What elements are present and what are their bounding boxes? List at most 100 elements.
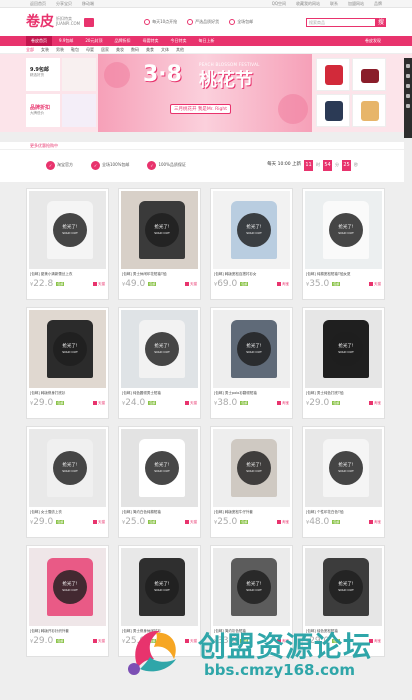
shop-link[interactable]: 天猫 [93, 401, 105, 406]
product-card[interactable]: 抢光了! SOLD OUT [包邮] 男士纯色打底T恤 ¥29.0 包邮 淘宝 [302, 307, 385, 419]
shop-link[interactable]: 淘宝 [277, 520, 289, 525]
promo-tile[interactable] [316, 94, 350, 127]
promo-tile[interactable] [352, 58, 386, 91]
product-card[interactable]: 抢光了! SOLD OUT [包邮] 纯棉宽松短袖T恤女夏 ¥35.0 包邮 天猫 [302, 188, 385, 300]
shop-link[interactable]: 天猫 [185, 401, 197, 406]
category-item[interactable]: 数码 [131, 47, 139, 53]
countdown-unit: 秒 [354, 162, 358, 167]
watermark-title: 创盟资源论坛 [198, 630, 373, 663]
top-link-home[interactable]: 返回首页 [30, 1, 46, 7]
promo-tile[interactable] [352, 94, 386, 127]
nav-item-9[interactable]: 9.9包邮 [54, 36, 78, 46]
top-link-fav[interactable]: 收藏我的网站 [296, 1, 320, 7]
product-card[interactable]: 抢光了! SOLD OUT [包邮] 纯色圆领男士短袖 ¥24.0 包邮 天猫 [118, 307, 201, 419]
category-item[interactable]: 母婴 [86, 47, 94, 53]
nav-item-20[interactable]: 20元封顶 [80, 36, 107, 46]
category-item[interactable]: 美食 [146, 47, 154, 53]
product-card[interactable]: 抢光了! SOLD OUT [包邮] 韩版宽松百搭衬衫女 ¥69.0 包邮 淘宝 [210, 188, 293, 300]
category-item[interactable]: 文体 [161, 47, 169, 53]
product-image[interactable]: 抢光了! SOLD OUT [121, 429, 198, 507]
category-item[interactable]: 居家 [101, 47, 109, 53]
shop-link[interactable]: 淘宝 [369, 401, 381, 406]
shop-link[interactable]: 天猫 [93, 520, 105, 525]
product-name[interactable]: [包邮] 韩版宽松牛仔外套 [211, 509, 292, 516]
search-input[interactable]: 搜索商品 [306, 17, 376, 27]
chat-icon[interactable] [406, 104, 410, 108]
category-item[interactable]: 美妆 [116, 47, 124, 53]
product-image[interactable]: 抢光了! SOLD OUT [305, 310, 382, 388]
product-card[interactable]: 抢光了! SOLD OUT [包邮] 韩版宽松牛仔外套 ¥25.0 包邮 淘宝 [210, 426, 293, 538]
promo-tile[interactable] [62, 58, 96, 91]
product-card[interactable]: 抢光了! SOLD OUT [包邮] 甜美小清新蕾丝上衣 ¥22.8 包邮 天猫 [26, 188, 109, 300]
product-image[interactable]: 抢光了! SOLD OUT [29, 429, 106, 507]
product-card[interactable]: 抢光了! SOLD OUT [包邮] 韩版修身打底衫 ¥29.0 包邮 天猫 [26, 307, 109, 419]
product-name[interactable]: [包邮] 男士休闲印花短袖T恤 [119, 271, 200, 278]
search-button[interactable]: 搜 [376, 17, 386, 27]
truck-icon [229, 19, 236, 25]
product-image[interactable]: 抢光了! SOLD OUT [213, 310, 290, 388]
category-item[interactable]: 男装 [56, 47, 64, 53]
shop-link[interactable]: 淘宝 [369, 520, 381, 525]
nav-item-home[interactable]: 卷皮首页 [26, 36, 52, 46]
product-card[interactable]: 抢光了! SOLD OUT [包邮] 简约白色纯棉短袖 ¥25.0 包邮 天猫 [118, 426, 201, 538]
nav-item-new[interactable]: 每日上新 [193, 36, 219, 46]
product-image[interactable]: 抢光了! SOLD OUT [213, 429, 290, 507]
product-image[interactable]: 抢光了! SOLD OUT [305, 429, 382, 507]
product-card[interactable]: 抢光了! SOLD OUT [包邮] 女士雪纺上衣 ¥29.0 包邮 天猫 [26, 426, 109, 538]
nav-item-today[interactable]: 今日特卖 [165, 36, 191, 46]
shop-link[interactable]: 天猫 [369, 282, 381, 287]
product-name[interactable]: [包邮] 女士雪纺上衣 [27, 509, 108, 516]
product-image[interactable]: 抢光了! SOLD OUT [305, 191, 382, 269]
petal-shape [278, 94, 308, 124]
top-link-share[interactable]: 分享宝贝 [56, 1, 72, 7]
cart-icon[interactable] [406, 74, 410, 78]
nav-item-brand[interactable]: 品牌折扣 [109, 36, 135, 46]
product-card[interactable]: 抢光了! SOLD OUT [包邮] 男士polo衫翻领短袖 ¥38.0 包邮 淘宝 [210, 307, 293, 419]
product-card[interactable]: 抢光了! SOLD OUT [包邮] 男士休闲印花短袖T恤 ¥49.0 包邮 天猫 [118, 188, 201, 300]
heart-icon[interactable] [406, 94, 410, 98]
product-image[interactable]: 抢光了! SOLD OUT [121, 310, 198, 388]
product-image[interactable]: 抢光了! SOLD OUT [29, 548, 106, 626]
top-link-brand[interactable]: 品牌 [374, 1, 382, 7]
product-name[interactable]: [包邮] 甜美小清新蕾丝上衣 [27, 271, 108, 278]
top-link-qzone[interactable]: QQ空间 [272, 1, 286, 7]
product-name[interactable]: [包邮] 简约白色纯棉短袖 [119, 509, 200, 516]
category-item[interactable]: 鞋包 [71, 47, 79, 53]
category-item[interactable]: 其他 [176, 47, 184, 53]
top-link-join[interactable]: 加盟网站 [348, 1, 364, 7]
shop-link[interactable]: 天猫 [185, 282, 197, 287]
shop-link[interactable]: 天猫 [93, 639, 105, 644]
product-card[interactable]: 抢光了! SOLD OUT [包邮] 个性印花白色T恤 ¥48.0 包邮 淘宝 [302, 426, 385, 538]
top-link-contact[interactable]: 联系 [330, 1, 338, 7]
product-name[interactable]: [包邮] 韩版修身打底衫 [27, 390, 108, 397]
nav-item-discover[interactable]: 卷皮发现 [360, 36, 386, 46]
shop-link[interactable]: 天猫 [93, 282, 105, 287]
product-name[interactable]: [包邮] 韩版宽松百搭衬衫女 [211, 271, 292, 278]
shop-link[interactable]: 淘宝 [277, 401, 289, 406]
product-name[interactable]: [包邮] 纯棉宽松短袖T恤女夏 [303, 271, 384, 278]
product-image[interactable]: 抢光了! SOLD OUT [29, 191, 106, 269]
product-image[interactable]: 抢光了! SOLD OUT [121, 191, 198, 269]
product-card[interactable]: 抢光了! SOLD OUT [包邮] 韩版开衫针织外套 ¥29.0 包邮 天猫 [26, 545, 109, 657]
product-grid: 抢光了! SOLD OUT [包邮] 甜美小清新蕾丝上衣 ¥22.8 包邮 天猫 抢光了! S… [26, 188, 386, 657]
shop-link[interactable]: 淘宝 [277, 282, 289, 287]
product-name[interactable]: [包邮] 韩版开衫针织外套 [27, 628, 108, 635]
site-logo[interactable]: 卷皮 折扣特卖 JUANPI.COM [26, 15, 95, 29]
user-icon[interactable] [406, 64, 410, 68]
product-name[interactable]: [包邮] 个性印花白色T恤 [303, 509, 384, 516]
star-icon[interactable] [406, 84, 410, 88]
nav-item-baby[interactable]: 母婴特卖 [137, 36, 163, 46]
promo-tile[interactable] [62, 94, 96, 127]
promo-tile[interactable] [316, 58, 350, 91]
product-image[interactable]: 抢光了! SOLD OUT [213, 191, 290, 269]
top-link-mobile[interactable]: 移动端 [82, 1, 94, 7]
category-item[interactable]: 全部 [26, 47, 34, 53]
product-name[interactable]: [包邮] 纯色圆领男士短袖 [119, 390, 200, 397]
banner-main[interactable]: 3·8 PEACH BLOSSOM FESTIVAL 桃花节 三月桃花开 我是M… [98, 54, 312, 132]
product-name[interactable]: [包邮] 男士polo衫翻领短袖 [211, 390, 292, 397]
deal-tip[interactable]: 更多优惠抢购中 [0, 142, 404, 150]
category-item[interactable]: 女装 [41, 47, 49, 53]
product-name[interactable]: [包邮] 男士纯色打底T恤 [303, 390, 384, 397]
product-image[interactable]: 抢光了! SOLD OUT [29, 310, 106, 388]
shop-link[interactable]: 天猫 [185, 520, 197, 525]
